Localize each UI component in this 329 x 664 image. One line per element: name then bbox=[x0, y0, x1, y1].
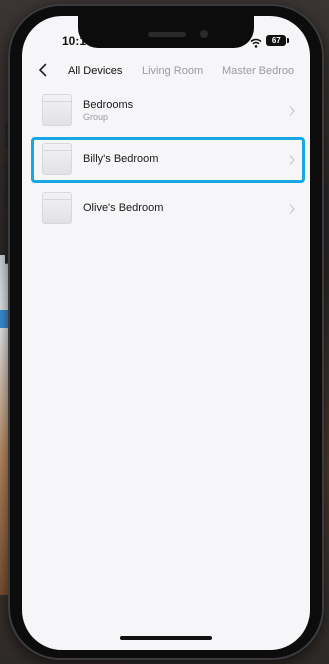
tab-living-room[interactable]: Living Room bbox=[142, 65, 203, 77]
speaker-grille bbox=[148, 32, 186, 37]
device-row-olives-bedroom[interactable]: Olive's Bedroom bbox=[34, 189, 302, 229]
front-camera bbox=[200, 30, 208, 38]
room-tab-bar: All Devices Living Room Master Bedroo bbox=[22, 62, 310, 84]
device-name: Bedrooms bbox=[83, 99, 134, 111]
chevron-right-icon bbox=[288, 104, 296, 116]
device-row-bedrooms[interactable]: Bedrooms Group bbox=[34, 91, 302, 131]
home-indicator[interactable] bbox=[120, 636, 212, 640]
device-name: Billy's Bedroom bbox=[83, 153, 159, 165]
notch bbox=[78, 16, 254, 48]
tab-master-bedroom[interactable]: Master Bedroo bbox=[222, 65, 294, 77]
device-row-billys-bedroom[interactable]: Billy's Bedroom bbox=[31, 137, 305, 183]
mute-switch bbox=[5, 122, 8, 148]
device-thumbnail bbox=[42, 192, 72, 224]
chevron-right-icon bbox=[288, 153, 296, 165]
chevron-left-icon bbox=[38, 63, 47, 82]
wifi-icon bbox=[250, 35, 262, 48]
device-thumbnail bbox=[42, 94, 72, 126]
phone-screen: 10:18 •• 67 All Devices Living Room Mast… bbox=[22, 16, 310, 650]
volume-down-button bbox=[5, 218, 8, 264]
back-button[interactable] bbox=[34, 63, 50, 81]
chevron-right-icon bbox=[288, 202, 296, 214]
power-button bbox=[324, 182, 327, 254]
device-name: Olive's Bedroom bbox=[83, 202, 164, 214]
volume-up-button bbox=[5, 162, 8, 208]
battery-icon: 67 bbox=[266, 34, 290, 46]
tab-all-devices[interactable]: All Devices bbox=[68, 65, 122, 77]
device-subtitle: Group bbox=[83, 112, 109, 122]
device-thumbnail bbox=[42, 143, 72, 175]
